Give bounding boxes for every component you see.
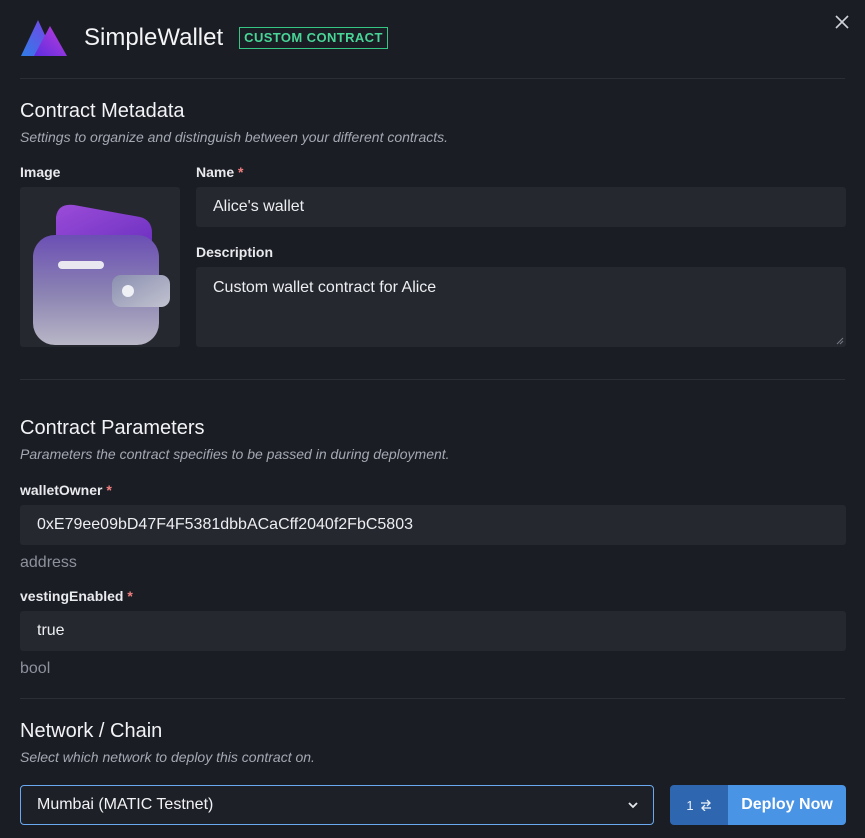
transaction-count-button[interactable]: 1 — [670, 785, 728, 825]
name-input[interactable]: Alice's wallet — [196, 187, 846, 227]
contract-image-upload[interactable] — [20, 187, 180, 347]
deploy-now-button[interactable]: Deploy Now — [728, 785, 846, 825]
wallet-image-icon — [33, 204, 170, 345]
chevron-down-icon — [628, 802, 638, 809]
thirdweb-logo-icon — [21, 20, 67, 56]
required-marker: * — [127, 588, 133, 604]
required-marker: * — [238, 164, 244, 180]
metadata-section-subtitle: Settings to organize and distinguish bet… — [20, 129, 449, 145]
wallet-owner-input[interactable]: 0xE79ee09bD47F4F5381dbbACaCff2040f2FbC58… — [20, 505, 846, 545]
network-select[interactable]: Mumbai (MATIC Testnet) — [20, 785, 654, 825]
required-marker: * — [106, 482, 112, 498]
wallet-owner-type-hint: address — [20, 554, 77, 571]
transaction-count: 1 — [686, 797, 694, 813]
contract-title: SimpleWallet — [84, 24, 224, 51]
image-label: Image — [20, 164, 61, 180]
divider — [20, 78, 845, 79]
network-select-value: Mumbai (MATIC Testnet) — [37, 796, 214, 813]
metadata-section-title: Contract Metadata — [20, 100, 185, 122]
name-label: Name * — [196, 164, 244, 180]
wallet-owner-label: walletOwner * — [20, 482, 112, 498]
description-value: Custom wallet contract for Alice — [213, 279, 437, 296]
divider — [20, 379, 845, 380]
close-icon[interactable] — [833, 13, 851, 31]
modal-header: SimpleWallet CUSTOM CONTRACT — [20, 18, 845, 58]
divider — [20, 698, 845, 699]
wallet-owner-value: 0xE79ee09bD47F4F5381dbbACaCff2040f2FbC58… — [37, 516, 413, 533]
vesting-enabled-value: true — [37, 622, 65, 639]
parameters-section-subtitle: Parameters the contract specifies to be … — [20, 446, 450, 462]
network-section-title: Network / Chain — [20, 720, 163, 742]
vesting-enabled-label: vestingEnabled * — [20, 588, 133, 604]
description-textarea[interactable]: Custom wallet contract for Alice — [196, 267, 846, 347]
vesting-enabled-input[interactable]: true — [20, 611, 846, 651]
vesting-enabled-type-hint: bool — [20, 660, 51, 677]
description-label: Description — [196, 244, 274, 260]
parameters-section-title: Contract Parameters — [20, 417, 205, 439]
custom-contract-badge: CUSTOM CONTRACT — [239, 27, 388, 49]
network-section-subtitle: Select which network to deploy this cont… — [20, 749, 315, 765]
name-input-value: Alice's wallet — [213, 198, 305, 215]
swap-icon — [700, 799, 711, 811]
resize-handle-icon[interactable] — [836, 337, 844, 345]
